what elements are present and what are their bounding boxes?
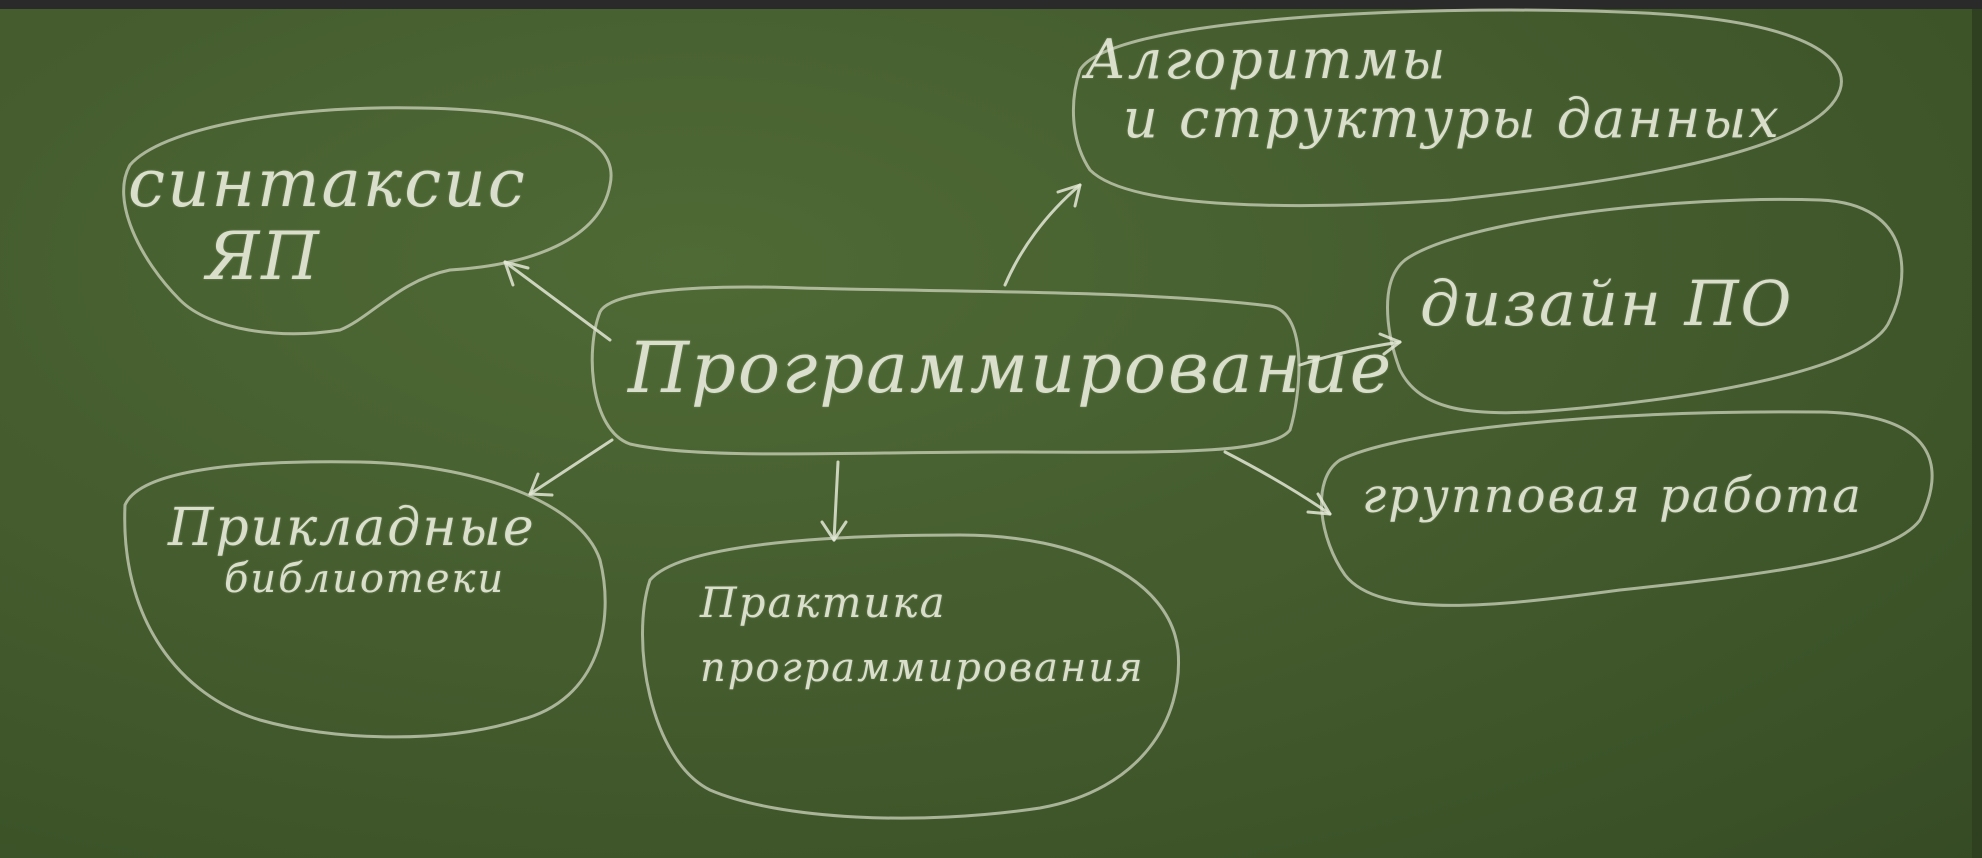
arrow-to-libraries <box>528 438 614 497</box>
syntax-node-label: синтаксис ЯП <box>128 145 527 295</box>
libraries-node-label: Прикладные библиотеки <box>168 498 536 603</box>
center-text: Программирование <box>628 327 1394 409</box>
group-node-label: групповая работа <box>1362 470 1863 523</box>
arrow-to-practice <box>820 460 848 542</box>
practice-line-1: Практика <box>700 578 947 627</box>
libraries-line-2: библиотеки <box>224 556 506 603</box>
syntax-line-2: ЯП <box>206 217 321 295</box>
algorithms-line-2: и структуры данных <box>1123 87 1781 151</box>
practice-node-label: Практика программирования <box>700 578 1145 692</box>
chalkboard-photo: Программирование синтаксис ЯП Алгоритмы … <box>0 0 1982 858</box>
design-line-1: дизайн ПО <box>1420 267 1794 340</box>
algorithms-line-1: Алгоритмы <box>1085 28 1448 91</box>
syntax-line-1: синтаксис <box>128 145 527 222</box>
arrow-to-algorithms <box>1003 183 1082 287</box>
libraries-line-1: Прикладные <box>168 498 536 558</box>
design-node-label: дизайн ПО <box>1420 267 1794 340</box>
center-node-label: Программирование <box>628 330 1393 407</box>
arrow-to-group <box>1223 450 1332 516</box>
practice-line-2: программирования <box>700 645 1145 692</box>
group-line-1: групповая работа <box>1362 468 1863 524</box>
algorithms-node-label: Алгоритмы и структуры данных <box>1085 30 1781 149</box>
